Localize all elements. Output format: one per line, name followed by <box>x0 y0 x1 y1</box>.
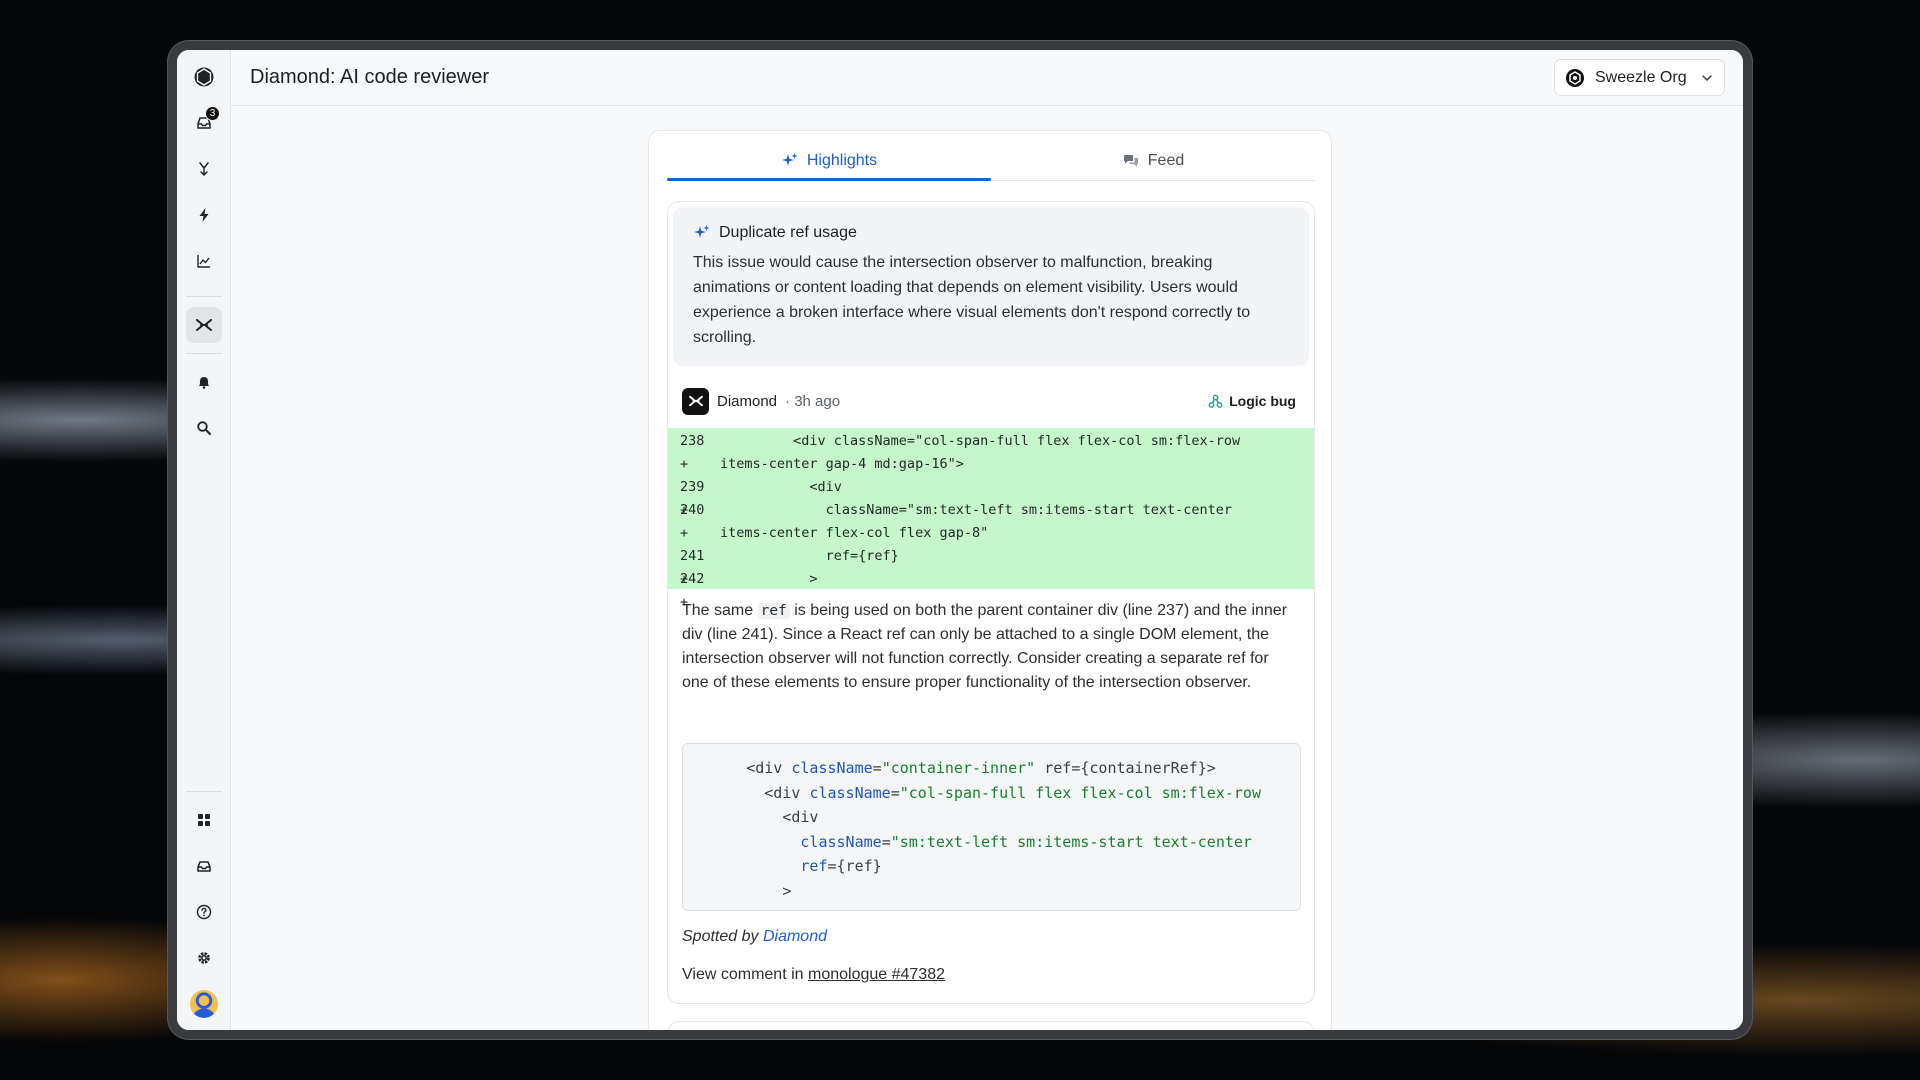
diff-line: 241 + ref={ref} <box>668 545 1314 587</box>
help-icon[interactable] <box>186 894 222 930</box>
snippet-line: <div <box>782 808 819 826</box>
diamond-logo-icon <box>682 387 709 415</box>
bell-icon[interactable] <box>186 364 222 400</box>
diff-line: items-center flex-col flex gap-8" <box>668 522 1314 545</box>
issue-tag[interactable]: Logic bug <box>1208 393 1296 409</box>
code-snippet: <div className="container-inner" ref={co… <box>682 743 1301 911</box>
grid-icon[interactable] <box>186 802 222 838</box>
view-prefix: View comment in <box>682 966 808 983</box>
inbox-badge: 3 <box>205 106 220 121</box>
bug-icon <box>1208 394 1223 408</box>
tab-feed[interactable]: Feed <box>991 141 1315 180</box>
device-frame: 3 Diamond: AI code reviewer Sweezle Org … <box>167 40 1753 1040</box>
diff-line: 238 + <div className="col-span-full flex… <box>668 430 1314 472</box>
comment-text: The same <box>682 602 758 619</box>
diff-line: 240 + className="sm:text-left sm:items-s… <box>668 499 1314 541</box>
bolt-icon[interactable] <box>186 197 222 233</box>
snippet-line: <div className="col-span-full flex flex-… <box>764 783 1261 802</box>
line-code: <div className="col-span-full flex flex-… <box>720 433 1241 449</box>
snippet-line: > <box>782 881 792 900</box>
topbar: Diamond: AI code reviewer Sweezle Org <box>231 50 1743 106</box>
sparkle-icon <box>781 152 798 166</box>
spotted-prefix: Spotted by <box>682 928 763 945</box>
page-title: Diamond: AI code reviewer <box>250 66 490 88</box>
spotted-by-link[interactable]: Diamond <box>763 928 827 945</box>
line-code: <div <box>720 479 842 495</box>
diff-line: 242 + > <box>668 568 1314 610</box>
issue-title: Duplicate ref usage <box>719 224 857 241</box>
gear-icon[interactable] <box>186 940 222 976</box>
user-avatar <box>190 990 218 1018</box>
spotted-by: Spotted by Diamond <box>682 928 827 946</box>
line-number: 241 + <box>680 548 705 587</box>
sidebar-divider <box>186 296 222 297</box>
comment-time: · 3h ago <box>785 392 841 410</box>
line-code: items-center flex-col flex gap-8" <box>720 525 989 541</box>
issue-summary: Duplicate ref usage This issue would cau… <box>673 207 1309 366</box>
code-diff: 238 + <div className="col-span-full flex… <box>668 428 1314 610</box>
next-issue-card[interactable] <box>667 1021 1315 1030</box>
line-code: items-center gap-4 md:gap-16"> <box>720 456 964 472</box>
org-name: Sweezle Org <box>1595 68 1687 86</box>
logo-icon[interactable] <box>186 59 222 95</box>
tab-feed-label: Feed <box>1147 151 1185 169</box>
diamond-icon[interactable] <box>186 307 222 343</box>
line-number: 238 + <box>680 433 705 472</box>
chevron-down-icon <box>1702 74 1712 81</box>
author-name: Diamond <box>717 392 778 410</box>
org-logo-icon <box>1566 68 1584 87</box>
inline-code: ref <box>757 603 790 619</box>
merge-icon[interactable] <box>186 151 222 187</box>
snippet-line: <div className="container-inner" ref={co… <box>746 759 1216 777</box>
issue-card: Duplicate ref usage This issue would cau… <box>667 201 1315 1004</box>
search-icon[interactable] <box>186 410 222 446</box>
sparkle-icon <box>694 225 710 238</box>
comment-author-row: Diamond · 3h ago Logic bug <box>682 386 1296 416</box>
line-code: className="sm:text-left sm:items-start t… <box>720 502 1233 518</box>
diff-line: 239 + <div <box>668 476 1314 518</box>
line-number: 240 + <box>680 502 705 541</box>
diff-line: items-center gap-4 md:gap-16"> <box>668 453 1314 476</box>
snippet-line: className="sm:text-left sm:items-start t… <box>800 832 1252 851</box>
monologue-link[interactable]: monologue #47382 <box>808 966 945 983</box>
line-code: > <box>720 571 818 587</box>
sidebar-divider <box>186 353 222 354</box>
line-number <box>668 453 720 476</box>
inbox-icon[interactable]: 3 <box>186 105 222 141</box>
tab-bar: Highlights Feed <box>667 141 1315 181</box>
line-number: 239 + <box>680 479 705 518</box>
comment-body: The same ref is being used on both the p… <box>682 599 1292 695</box>
chart-icon[interactable] <box>186 243 222 279</box>
line-number <box>668 522 720 545</box>
tray-icon[interactable] <box>186 848 222 884</box>
avatar[interactable] <box>186 986 222 1022</box>
sidebar: 3 <box>177 50 231 1030</box>
view-comment: View comment in monologue #47382 <box>682 966 945 984</box>
tab-highlights-label: Highlights <box>806 151 878 169</box>
line-number: 242 + <box>680 571 705 610</box>
chat-bubbles-icon <box>1123 154 1138 166</box>
line-code: ref={ref} <box>720 548 899 564</box>
review-panel: Highlights Feed Duplicate ref usage This… <box>648 130 1332 1030</box>
issue-tag-label: Logic bug <box>1229 393 1296 409</box>
sidebar-divider <box>186 791 222 792</box>
snippet-line: ref={ref} <box>800 857 882 875</box>
tab-highlights[interactable]: Highlights <box>667 141 991 181</box>
org-switcher-button[interactable]: Sweezle Org <box>1554 59 1725 96</box>
app-window: 3 Diamond: AI code reviewer Sweezle Org … <box>177 50 1743 1030</box>
issue-summary-text: This issue would cause the intersection … <box>693 254 1251 346</box>
